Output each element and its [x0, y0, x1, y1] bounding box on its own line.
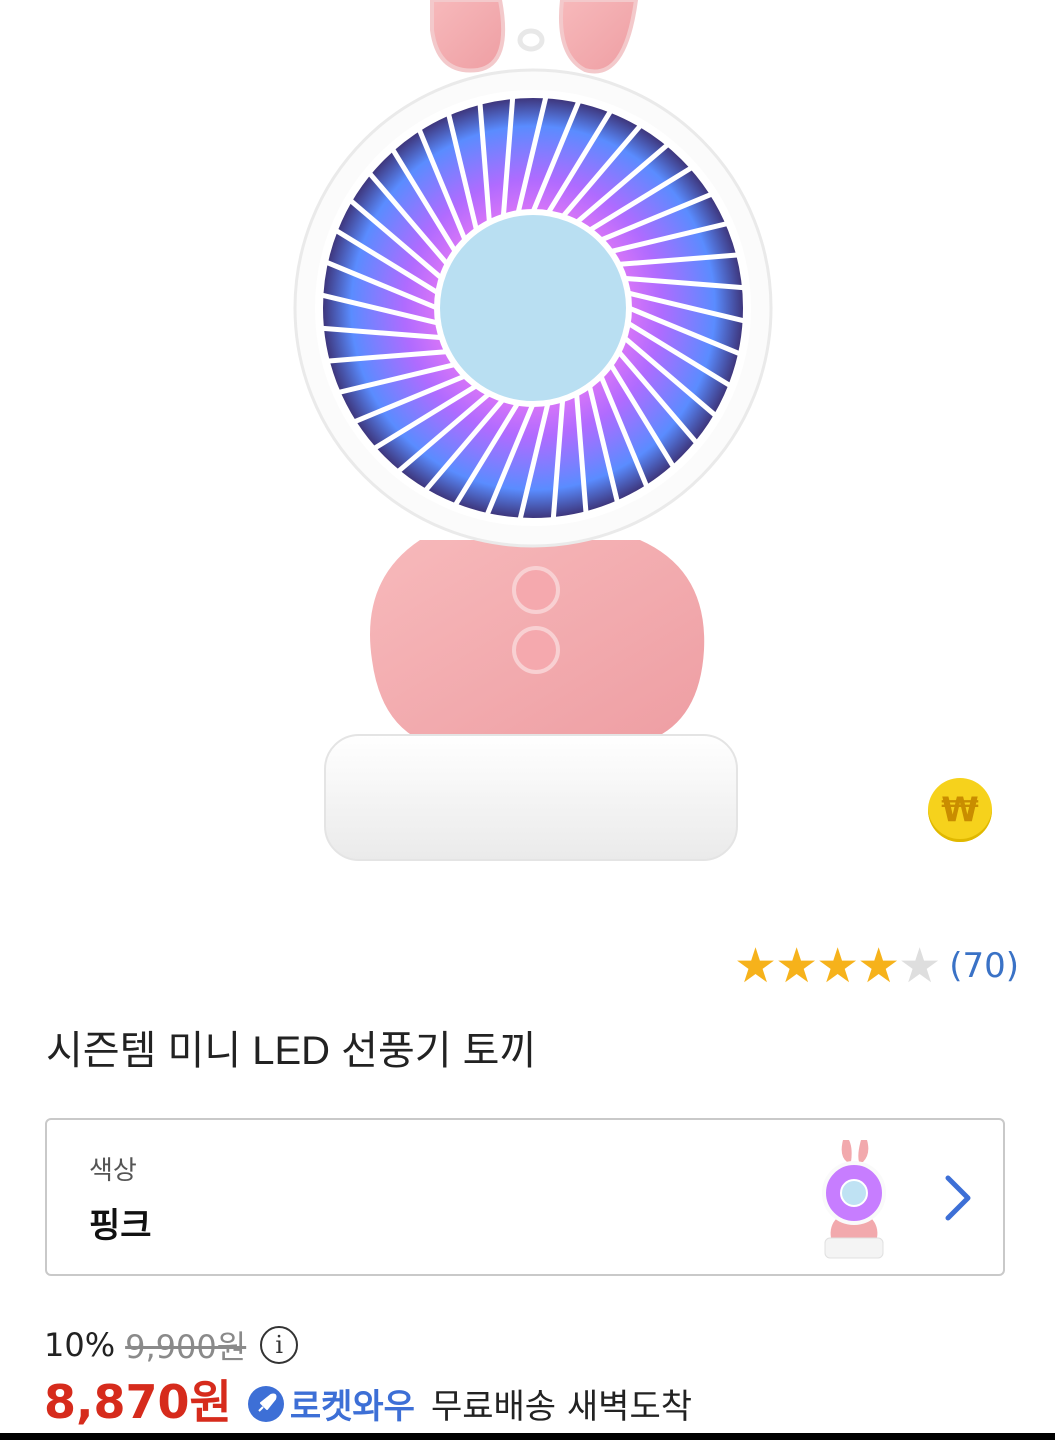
- fan-hub: [434, 209, 632, 407]
- bottom-edge: [0, 1433, 1055, 1440]
- product-title: 시즌템 미니 LED 선풍기 토끼: [46, 1029, 537, 1073]
- star-icon: ★: [816, 938, 860, 994]
- cashback-coin-icon[interactable]: ₩: [928, 778, 992, 842]
- price-discount-row: 10% 9,900원 i: [44, 1322, 299, 1368]
- option-label: 색상: [89, 1156, 137, 1186]
- discount-rate: 10%: [44, 1326, 116, 1364]
- star-icon: ★: [775, 938, 819, 994]
- rabbit-ears: [430, 0, 639, 74]
- delivery-info: 무료배송 새벽도착: [430, 1387, 693, 1427]
- option-value: 핑크: [89, 1206, 152, 1246]
- product-image[interactable]: [0, 0, 1055, 900]
- chevron-right-icon[interactable]: [940, 1172, 976, 1224]
- rocket-icon: [247, 1386, 284, 1422]
- color-option-selector[interactable]: 색상 핑크: [45, 1118, 1005, 1276]
- review-count[interactable]: (70): [949, 946, 1019, 986]
- sale-price-row: 8,870원 로켓와우 무료배송 새벽도착: [44, 1366, 692, 1432]
- info-icon[interactable]: i: [260, 1326, 299, 1364]
- rating[interactable]: ★ ★ ★ ★ ★ (70): [734, 942, 1019, 990]
- sale-price: 8,870원: [44, 1375, 232, 1429]
- star-empty-icon: ★: [898, 938, 942, 994]
- star-icon: ★: [857, 938, 901, 994]
- option-thumbnail: [822, 1140, 886, 1259]
- fan-base: [324, 734, 738, 861]
- original-price: 9,900원: [125, 1328, 247, 1366]
- rocket-wow-badge: 로켓와우: [289, 1387, 415, 1427]
- star-icon: ★: [734, 938, 778, 994]
